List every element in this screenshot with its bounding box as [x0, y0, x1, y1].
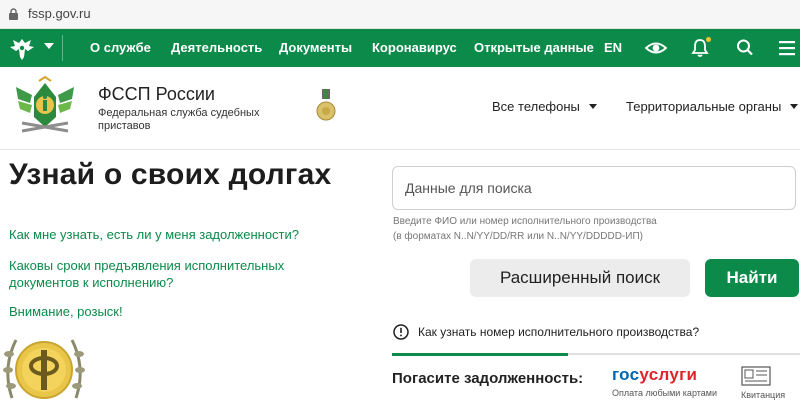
section-divider — [392, 353, 800, 356]
nav-item-open-data[interactable]: Открытые данные — [474, 40, 594, 55]
chevron-down-icon — [790, 104, 799, 109]
nav-item-documents[interactable]: Документы — [279, 40, 352, 55]
divider-accent — [392, 353, 568, 356]
menu-icon[interactable] — [778, 38, 796, 58]
search-hint-line-1: Введите ФИО или номер исполнительного пр… — [393, 216, 657, 227]
browser-url-bar[interactable]: fssp.gov.ru — [0, 0, 800, 29]
financial-literacy-emblem-icon[interactable] — [0, 318, 88, 404]
search-hint: Введите ФИО или номер исполнительного пр… — [393, 214, 693, 244]
faq-link-debts[interactable]: Как мне узнать, есть ли у меня задолженн… — [9, 226, 299, 243]
search-icon[interactable] — [736, 38, 754, 58]
lock-icon — [9, 8, 18, 20]
find-button[interactable]: Найти — [705, 259, 799, 297]
pay-debt-label: Погасите задолженность: — [392, 370, 584, 387]
info-icon — [393, 324, 409, 340]
nav-item-activity[interactable]: Деятельность — [171, 40, 262, 55]
nav-separator — [62, 35, 63, 61]
gosuslugi-logo[interactable]: госуслуги — [612, 365, 697, 385]
search-input[interactable] — [392, 166, 796, 210]
all-phones-label: Все телефоны — [492, 99, 580, 114]
advanced-search-button[interactable]: Расширенный поиск — [470, 259, 690, 297]
faq-link-deadlines[interactable]: Каковы сроки предъявления исполнительных… — [9, 257, 299, 291]
url-text[interactable]: fssp.gov.ru — [28, 6, 91, 21]
gosuslugi-caption: Оплата любыми картами — [612, 388, 717, 398]
notification-dot — [706, 37, 711, 42]
case-number-help-link[interactable]: Как узнать номер исполнительного произво… — [418, 325, 699, 339]
chevron-down-icon — [588, 104, 597, 109]
gosuslugi-logo-blue: гос — [612, 365, 640, 384]
eagle-emblem-icon[interactable] — [8, 35, 36, 61]
top-navigation: О службе Деятельность Документы Коронави… — [0, 29, 800, 67]
page-title: Узнай о своих долгах — [9, 158, 332, 191]
eye-icon[interactable] — [645, 38, 667, 58]
gosuslugi-logo-red: услуги — [639, 365, 698, 384]
all-phones-dropdown[interactable]: Все телефоны — [492, 99, 597, 114]
org-subtitle: Федеральная служба судебных приставов — [98, 107, 260, 132]
org-name[interactable]: ФССП России — [98, 84, 215, 105]
territorial-bodies-dropdown[interactable]: Территориальные органы — [626, 99, 799, 114]
receipt-label[interactable]: Квитанция — [741, 390, 785, 400]
chevron-down-icon[interactable] — [44, 43, 54, 49]
medal-icon — [316, 89, 336, 121]
site-header: ФССП России Федеральная служба судебных … — [0, 67, 800, 150]
fssp-logo-icon[interactable] — [12, 75, 78, 141]
nav-item-coronavirus[interactable]: Коронавирус — [372, 40, 457, 55]
receipt-icon[interactable] — [741, 366, 771, 386]
nav-item-language[interactable]: EN — [604, 40, 622, 55]
nav-item-about[interactable]: О службе — [90, 40, 151, 55]
search-hint-line-2: (в форматах N..N/YY/DD/RR или N..N/YY/DD… — [393, 231, 643, 242]
territorial-bodies-label: Территориальные органы — [626, 99, 782, 114]
